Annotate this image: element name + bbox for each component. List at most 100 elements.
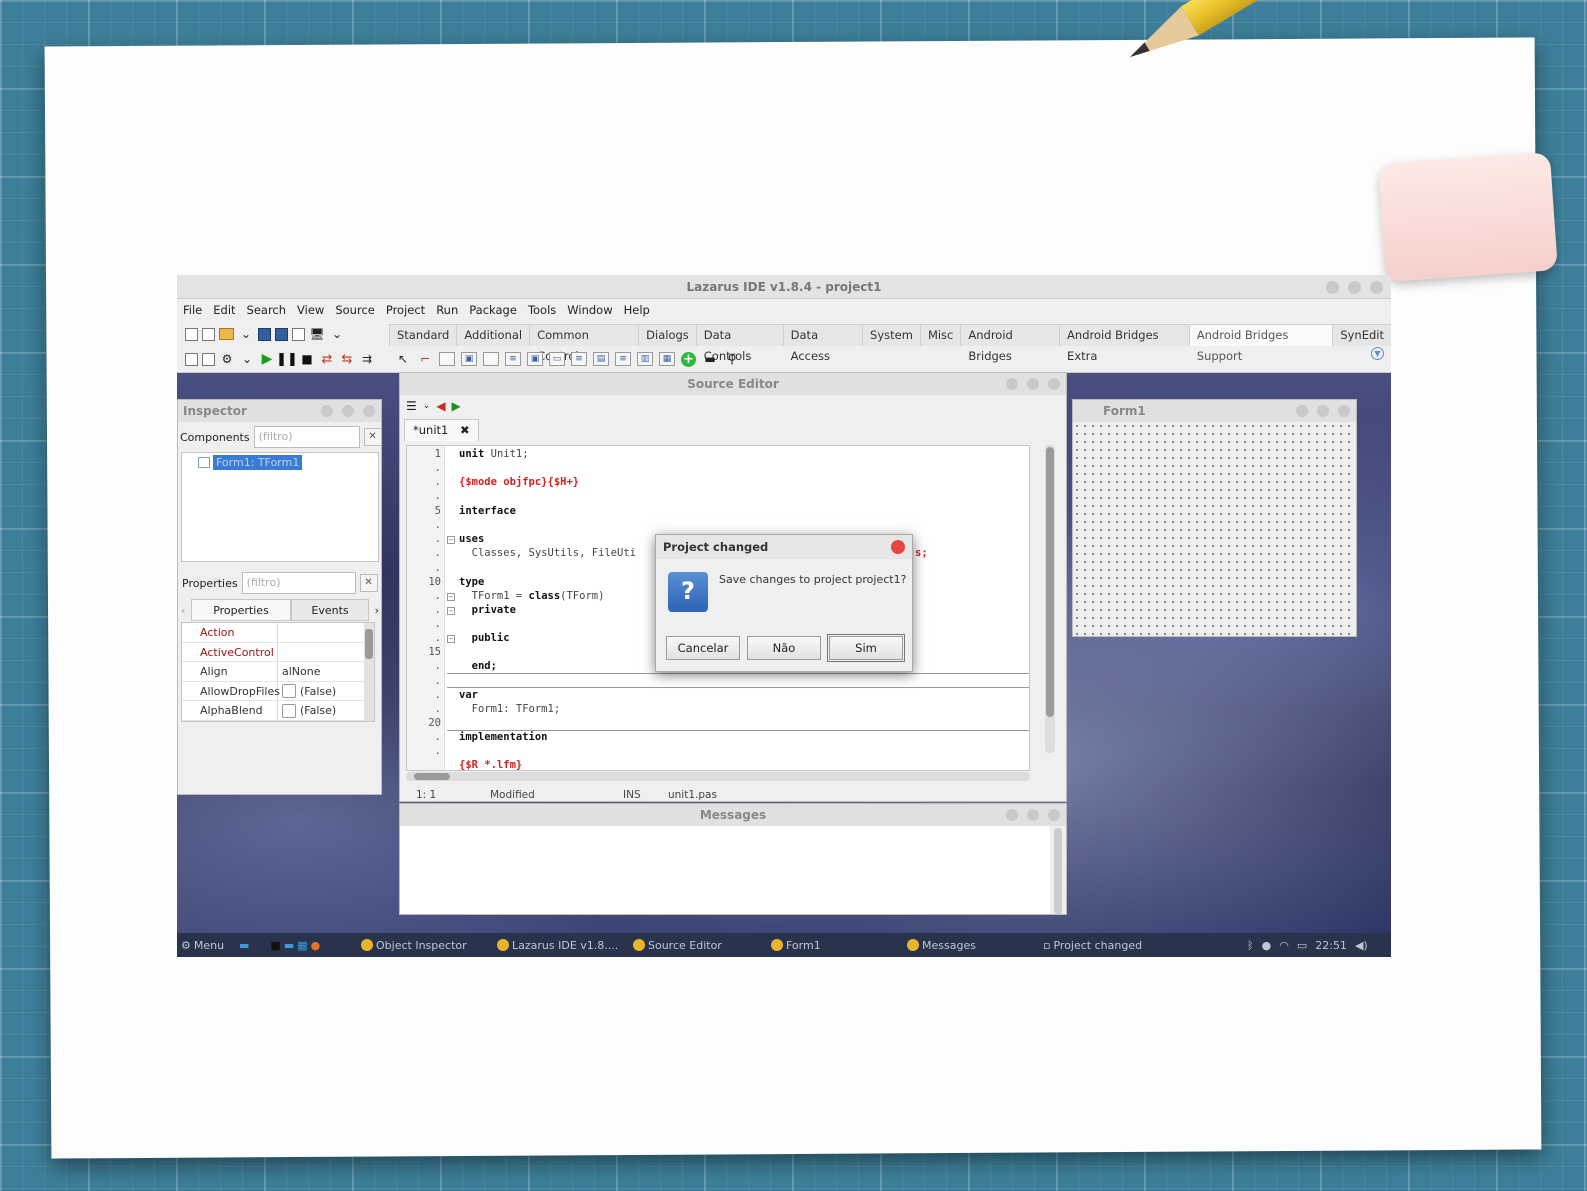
step-out-icon[interactable]: ⇉ [359,351,375,367]
menu-edit[interactable]: Edit [213,303,235,317]
checkbox[interactable] [282,703,296,718]
maximize-button[interactable] [1348,281,1361,294]
component-icon[interactable] [439,352,455,366]
property-row[interactable]: ActiveControl [182,642,374,663]
tab-android-bridges-support[interactable]: Android Bridges Support [1188,324,1334,363]
component-icon[interactable]: ▭ [549,352,565,366]
component-icon[interactable] [483,352,499,366]
component-icon[interactable]: ▣ [461,352,477,366]
menu-run[interactable]: Run [436,303,458,317]
close-button[interactable] [1048,809,1060,821]
forward-arrow-icon[interactable]: ▶ [452,399,461,413]
minimize-button[interactable] [1006,378,1018,390]
chevron-down-icon[interactable]: ⌄ [329,326,345,342]
user-icon[interactable]: ● [1262,939,1272,952]
minimize-button[interactable] [1006,809,1018,821]
property-value[interactable] [278,623,374,642]
open-icon[interactable] [219,328,234,340]
settings-icon[interactable]: ▦ [297,939,307,952]
pause-icon[interactable]: ❚❚ [276,351,298,367]
task-form1[interactable]: Form1 [771,939,821,952]
task-project-changed[interactable]: ▫ Project changed [1043,939,1142,952]
menu-project[interactable]: Project [386,303,425,317]
tab-properties[interactable]: Properties [191,599,291,621]
close-button[interactable] [363,405,375,417]
close-button[interactable] [1338,405,1350,417]
view-forms-icon[interactable] [202,352,215,366]
save-icon[interactable] [258,327,271,341]
tab-common-controls[interactable]: Common Controls [529,324,640,363]
component-icon[interactable]: ▦ [659,352,675,366]
new-form-icon[interactable] [202,327,215,341]
property-value[interactable]: (False) [278,701,374,720]
desktop-icon[interactable]: ▬ [239,939,249,952]
tab-data-controls[interactable]: Data Controls [695,324,784,363]
checkbox[interactable] [282,684,296,699]
close-button[interactable] [1370,281,1383,294]
tab-data-access[interactable]: Data Access [782,324,864,363]
cancel-button[interactable]: Cancelar [666,636,740,660]
fold-toggle-icon[interactable]: − [447,593,455,601]
task-object-inspector[interactable]: Object Inspector [361,939,467,952]
fold-toggle-icon[interactable]: − [447,607,455,615]
close-button[interactable] [891,540,905,554]
editor-horizontal-scrollbar[interactable] [406,772,1030,781]
menu-search[interactable]: Search [247,303,287,317]
no-button[interactable]: Não [747,636,821,660]
menu-file[interactable]: File [183,303,202,317]
new-unit-icon[interactable] [185,327,198,341]
property-grid-scrollbar[interactable] [364,623,374,721]
component-icon[interactable]: ▬ [702,351,718,367]
monitor-icon[interactable]: 🖥 [309,326,325,342]
menu-help[interactable]: Help [624,303,650,317]
minimize-button[interactable] [1326,281,1339,294]
messages-scrollbar[interactable] [1054,828,1062,914]
minimize-button[interactable] [1296,405,1308,417]
component-icon[interactable]: ≡ [505,352,521,366]
tab-android-bridges-extra[interactable]: Android Bridges Extra [1059,324,1190,363]
messages-list[interactable] [400,826,1050,914]
component-icon[interactable]: ≡ [615,352,631,366]
stop-icon[interactable]: ■ [299,351,315,367]
menu-tools[interactable]: Tools [528,303,556,317]
close-tab-icon[interactable]: ✖ [460,423,470,437]
bluetooth-icon[interactable]: ᛒ [1247,939,1254,952]
task-messages[interactable]: Messages [907,939,976,952]
tab-additional[interactable]: Additional [456,324,531,346]
plus-circle-icon[interactable]: + [681,351,696,367]
minimize-button[interactable] [321,405,333,417]
tab-synedit[interactable]: SynEdit [1332,324,1391,346]
task-source-editor[interactable]: Source Editor [633,939,722,952]
component-icon[interactable]: ▣ [527,352,543,366]
wifi-icon[interactable]: ◠ [1279,939,1289,952]
menu-source[interactable]: Source [335,303,375,317]
task-lazarus-ide[interactable]: Lazarus IDE v1.8.... [497,939,618,952]
build-mode-icon[interactable]: ⚙ [219,351,235,367]
maximize-button[interactable] [1317,405,1329,417]
start-menu-button[interactable]: ⚙ Menu [181,939,224,952]
chevron-right-icon[interactable]: › [369,604,379,617]
tab-android-bridges[interactable]: Android Bridges [960,324,1061,363]
clear-filter-icon[interactable]: ✕ [363,428,382,446]
step-over-icon[interactable]: ⇆ [339,351,355,367]
clock[interactable]: 22:51 [1315,939,1347,952]
property-row[interactable]: AlphaBlend (False) [182,701,374,721]
tree-item-form1[interactable]: Form1: TForm1 [198,455,303,470]
component-icon[interactable]: ▥ [637,352,653,366]
fold-toggle-icon[interactable]: − [447,536,455,544]
tab-events[interactable]: Events [291,599,369,621]
chevron-down-icon[interactable]: ⌄ [238,326,254,342]
firefox-icon[interactable]: ● [311,939,321,952]
property-row[interactable]: Action [182,623,374,643]
toggle-form-icon[interactable] [292,327,305,341]
properties-filter-input[interactable]: (filtro) [241,572,356,594]
menu-package[interactable]: Package [469,303,517,317]
form-design-grid[interactable] [1073,422,1356,636]
jump-history-icon[interactable]: ☰ [406,399,417,413]
property-row[interactable]: Align alNone [182,662,374,682]
run-icon[interactable]: ▶ [259,351,275,367]
property-value[interactable] [278,643,374,662]
chevron-down-icon[interactable]: ⌄ [423,401,431,411]
fold-toggle-icon[interactable]: − [447,635,455,643]
save-all-icon[interactable] [275,327,288,341]
